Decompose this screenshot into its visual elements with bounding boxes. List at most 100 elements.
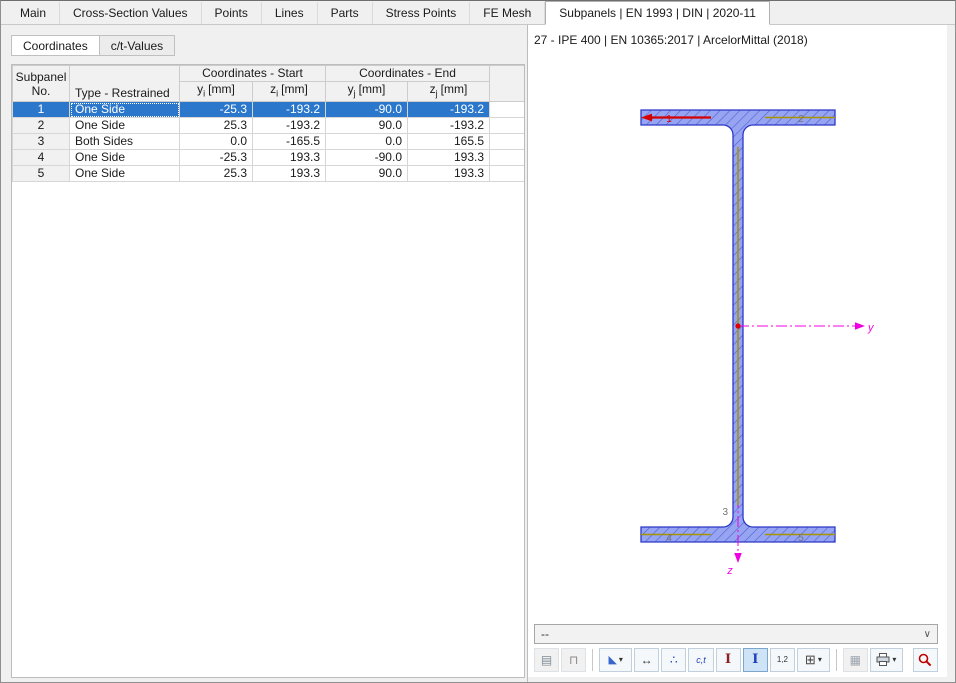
subpanels-button[interactable]: I <box>742 647 768 672</box>
subtab-coordinates[interactable]: Coordinates <box>11 35 100 56</box>
header-zj: zj [mm] <box>406 80 491 103</box>
toolbar-separator <box>835 648 837 671</box>
table-row[interactable]: 2 One Side 25.3 -193.2 90.0 -193.2 <box>12 117 524 135</box>
cell-zi[interactable]: 193.3 <box>252 149 326 167</box>
header-subpanel-no: Subpanel No. <box>12 65 70 103</box>
parts-button[interactable]: I <box>715 647 741 672</box>
comparison-dropdown[interactable]: -- ∨ <box>534 624 938 644</box>
cell-filler <box>489 117 524 135</box>
cell-subpanel-no[interactable]: 4 <box>12 149 70 167</box>
copy-table-button: ▤ <box>534 647 560 672</box>
cell-zj[interactable]: 193.3 <box>406 165 491 183</box>
numbering-button[interactable]: 1,2 <box>769 647 795 672</box>
ct-parts-button[interactable]: c,t <box>688 647 714 672</box>
chevron-down-icon: ∨ <box>923 628 931 640</box>
cell-yj[interactable]: 90.0 <box>325 165 408 183</box>
tab-main[interactable]: Main <box>7 2 61 24</box>
dialog-body: Coordinates c/t-Values Subpanel No. Type… <box>1 25 955 682</box>
cross-section-dialog: Main Cross-Section Values Points Lines P… <box>0 0 956 683</box>
subpanel-table-container: Subpanel No. Type - Restrained Coordinat… <box>11 64 525 678</box>
subpanel-label-4: 4 <box>666 533 672 544</box>
tab-bar: Main Cross-Section Values Points Lines P… <box>1 1 955 25</box>
cell-type[interactable]: One Side <box>69 101 180 119</box>
header-filler <box>489 65 524 103</box>
header-subpanel-line2: No. <box>31 83 51 98</box>
cell-yj[interactable]: -90.0 <box>325 149 408 167</box>
cell-yi[interactable]: -25.3 <box>179 149 253 167</box>
dimensions-button[interactable]: ↔ <box>634 647 660 672</box>
viewer-toolbar: ▤ ⊓ ◣ ▾ ↔ ∴ c,t I I 1,2 ⊞ ▾ ▦ ▾ <box>534 646 938 673</box>
cell-filler <box>489 133 524 151</box>
dimensions-icon: ↔ <box>640 652 653 667</box>
tab-lines[interactable]: Lines <box>261 2 318 24</box>
table-layout-icon: ⊞ <box>804 651 816 667</box>
cell-zi[interactable]: -165.5 <box>252 133 326 151</box>
centroid-point <box>735 323 741 329</box>
tab-points[interactable]: Points <box>201 2 262 24</box>
header-coordinates-end: Coordinates - End <box>324 65 491 82</box>
cell-zi[interactable]: 193.3 <box>252 165 326 183</box>
cell-yj[interactable]: -90.0 <box>325 101 408 119</box>
table-layout-button[interactable]: ⊞ ▾ <box>796 647 830 672</box>
clip-icon: ⊓ <box>569 652 579 667</box>
cell-zi[interactable]: -193.2 <box>252 117 326 135</box>
header-yi: yi [mm] <box>179 80 253 103</box>
tab-stress-points[interactable]: Stress Points <box>372 2 471 24</box>
stress-points-button[interactable]: ∴ <box>661 647 687 672</box>
cell-filler <box>489 165 524 183</box>
axis-y-arrow-icon <box>855 322 865 330</box>
cell-type[interactable]: Both Sides <box>69 133 180 151</box>
stress-diagram-button[interactable]: ◣ ▾ <box>599 647 633 672</box>
cell-type[interactable]: One Side <box>69 149 180 167</box>
cell-type[interactable]: One Side <box>69 117 180 135</box>
cell-zi[interactable]: -193.2 <box>252 101 326 119</box>
table-row[interactable]: 4 One Side -25.3 193.3 -90.0 193.3 <box>12 149 524 167</box>
subpanel-label-3: 3 <box>722 507 728 518</box>
cell-zj[interactable]: -193.2 <box>406 117 491 135</box>
dropdown-arrow-icon: ▾ <box>892 655 897 664</box>
section-drawing[interactable]: y z 1 2 3 4 5 <box>528 25 949 677</box>
cell-zj[interactable]: 193.3 <box>406 149 491 167</box>
subpanel-label-2: 2 <box>798 114 804 125</box>
cell-yi[interactable]: 25.3 <box>179 165 253 183</box>
cell-filler <box>489 101 524 119</box>
table-row[interactable]: 5 One Side 25.3 193.3 90.0 193.3 <box>12 165 524 183</box>
cell-filler <box>489 149 524 167</box>
cell-yj[interactable]: 0.0 <box>325 133 408 151</box>
viewer-title: 27 - IPE 400 | EN 10365:2017 | ArcelorMi… <box>534 33 808 47</box>
print-button[interactable]: ▾ <box>869 647 903 672</box>
tab-fe-mesh[interactable]: FE Mesh <box>470 2 546 24</box>
numbering-icon: 1,2 <box>776 655 788 664</box>
cell-subpanel-no[interactable]: 2 <box>12 117 70 135</box>
copy-table-icon: ▤ <box>540 652 553 667</box>
subtab-bar: Coordinates c/t-Values <box>11 35 527 56</box>
subpanel-label-5: 5 <box>798 533 804 544</box>
cell-subpanel-no[interactable]: 3 <box>12 133 70 151</box>
grid-icon: ▦ <box>849 652 862 667</box>
viewer-panel: 27 - IPE 400 | EN 10365:2017 | ArcelorMi… <box>528 25 947 677</box>
table-row[interactable]: 3 Both Sides 0.0 -165.5 0.0 165.5 <box>12 133 524 151</box>
cell-yi[interactable]: 0.0 <box>179 133 253 151</box>
header-subpanel-line1: Subpanel <box>15 69 67 84</box>
tab-cross-section-values[interactable]: Cross-Section Values <box>60 2 202 24</box>
parts-ibeam-icon: I <box>725 652 732 667</box>
cell-subpanel-no[interactable]: 1 <box>12 101 70 119</box>
cell-zj[interactable]: 165.5 <box>406 133 491 151</box>
cell-yj[interactable]: 90.0 <box>325 117 408 135</box>
dropdown-value: -- <box>541 627 549 641</box>
cell-type[interactable]: One Side <box>69 165 180 183</box>
tab-parts[interactable]: Parts <box>317 2 373 24</box>
stress-diagram-icon: ◣ <box>608 654 617 666</box>
header-coordinates-start: Coordinates - Start <box>179 65 326 82</box>
header-type-restrained: Type - Restrained <box>69 65 180 103</box>
cell-zj[interactable]: -193.2 <box>406 101 491 119</box>
axis-y-label: y <box>867 322 875 334</box>
subtab-ct-values[interactable]: c/t-Values <box>99 35 176 56</box>
table-row[interactable]: 1 One Side -25.3 -193.2 -90.0 -193.2 <box>12 101 524 119</box>
zoom-reset-button[interactable] <box>912 647 938 672</box>
cell-subpanel-no[interactable]: 5 <box>12 165 70 183</box>
stress-points-icon: ∴ <box>670 652 678 667</box>
tab-subpanels[interactable]: Subpanels | EN 1993 | DIN | 2020-11 <box>545 1 770 25</box>
cell-yi[interactable]: 25.3 <box>179 117 253 135</box>
cell-yi[interactable]: -25.3 <box>179 101 253 119</box>
